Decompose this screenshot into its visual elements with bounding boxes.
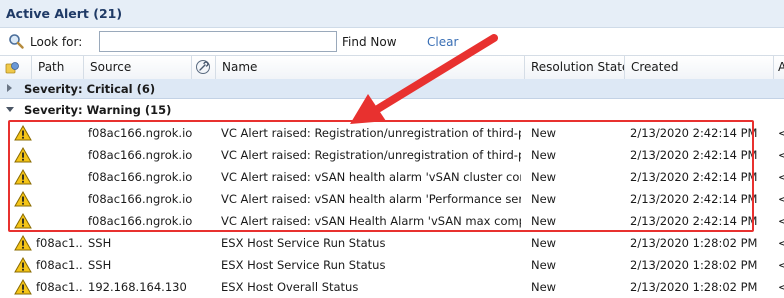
group-label-warning: Severity: Warning (15) — [24, 103, 172, 117]
cell-created: 2/13/2020 1:28:02 PM — [630, 280, 758, 294]
table-row[interactable]: f08ac166.ngrok.io VC Alert raised: Regist… — [0, 144, 784, 166]
expand-icon[interactable] — [7, 84, 12, 92]
alert-grid: Path Source Name Resolution State Create… — [0, 55, 784, 295]
look-for-label: Look for: — [30, 35, 83, 49]
column-header-resolution-state-label: Resolution State — [531, 60, 625, 74]
cell-name: VC Alert raised: vSAN Health Alarm 'vSAN… — [221, 214, 521, 228]
table-row[interactable]: f08ac166.ngrok.io VC Alert raised: vSAN H… — [0, 210, 784, 232]
cell-created: 2/13/2020 2:42:14 PM — [630, 148, 758, 162]
cell-source: SSH — [88, 236, 112, 250]
group-row-warning[interactable]: Severity: Warning (15) — [0, 100, 784, 119]
grid-header: Path Source Name Resolution State Create… — [0, 55, 784, 80]
warning-icon — [14, 212, 32, 229]
cell-overflow: < — [778, 126, 784, 140]
cell-source: f08ac166.ngrok.io — [88, 170, 193, 184]
warning-icon — [14, 168, 32, 185]
table-row[interactable]: f08ac1... SSH ESX Host Service Run Status N… — [0, 232, 784, 254]
cell-path: f08ac1... — [36, 280, 82, 294]
find-now-button[interactable]: Find Now — [342, 35, 397, 49]
cell-created: 2/13/2020 1:28:02 PM — [630, 258, 758, 272]
group-label-critical: Severity: Critical (6) — [24, 82, 156, 96]
cell-source: f08ac166.ngrok.io — [88, 192, 193, 206]
tools-icon — [195, 59, 211, 75]
table-row[interactable]: f08ac166.ngrok.io VC Alert raised: vSAN h… — [0, 188, 784, 210]
cell-created: 2/13/2020 1:28:02 PM — [630, 236, 758, 250]
table-row[interactable]: f08ac166.ngrok.io VC Alert raised: Regist… — [0, 122, 784, 144]
cell-name: VC Alert raised: vSAN health alarm 'vSAN… — [221, 170, 521, 184]
column-header-created-label: Created — [631, 60, 679, 74]
cell-overflow: < — [778, 214, 784, 228]
cell-created: 2/13/2020 2:42:14 PM — [630, 192, 758, 206]
column-header-overflow-label: A — [778, 60, 784, 74]
cell-name: VC Alert raised: Registration/unregistra… — [221, 148, 521, 162]
group-row-critical[interactable]: Severity: Critical (6) — [0, 79, 784, 99]
warning-icon — [14, 278, 32, 295]
column-header-path[interactable]: Path — [32, 56, 84, 79]
cell-name: ESX Host Service Run Status — [221, 258, 386, 272]
table-row[interactable]: f08ac1... SSH ESX Host Service Run Status N… — [0, 254, 784, 276]
column-header-created[interactable]: Created — [625, 56, 774, 79]
cell-name: ESX Host Service Run Status — [221, 236, 386, 250]
title-bar: Active Alert (21) — [0, 0, 784, 28]
cell-name: ESX Host Overall Status — [221, 280, 359, 294]
cell-resolution-state: New — [531, 236, 557, 250]
cell-resolution-state: New — [531, 214, 557, 228]
cell-resolution-state: New — [531, 126, 557, 140]
search-input[interactable] — [99, 31, 337, 52]
window-title: Active Alert (21) — [6, 6, 123, 21]
column-header-resolution-state[interactable]: Resolution State — [525, 56, 625, 79]
cell-resolution-state: New — [531, 258, 557, 272]
cell-source: 192.168.164.130 — [88, 280, 187, 294]
cell-name: VC Alert raised: vSAN health alarm 'Perf… — [221, 192, 521, 206]
cell-overflow: < — [778, 170, 784, 184]
collapse-icon[interactable] — [6, 107, 14, 112]
column-header-tools[interactable] — [192, 56, 216, 79]
cell-source: f08ac166.ngrok.io — [88, 214, 193, 228]
cell-created: 2/13/2020 2:42:14 PM — [630, 126, 758, 140]
cell-source: SSH — [88, 258, 112, 272]
alert-state-icon — [4, 60, 20, 74]
search-bar: Look for: Find Now Clear — [0, 28, 784, 55]
cell-resolution-state: New — [531, 148, 557, 162]
column-header-source[interactable]: Source — [84, 56, 192, 79]
cell-overflow: < — [778, 236, 784, 250]
warning-icon — [14, 256, 32, 273]
column-header-path-label: Path — [38, 60, 65, 74]
cell-resolution-state: New — [531, 170, 557, 184]
cell-path: f08ac1... — [36, 258, 82, 272]
cell-resolution-state: New — [531, 192, 557, 206]
column-header-overflow[interactable]: A — [774, 56, 784, 79]
column-header-source-label: Source — [90, 60, 132, 74]
column-header-name[interactable]: Name — [216, 56, 525, 79]
warning-icon — [14, 146, 32, 163]
search-icon — [8, 33, 24, 49]
cell-resolution-state: New — [531, 280, 557, 294]
warning-icon — [14, 124, 32, 141]
cell-name: VC Alert raised: Registration/unregistra… — [221, 126, 521, 140]
table-row[interactable]: f08ac166.ngrok.io VC Alert raised: vSAN h… — [0, 166, 784, 188]
cell-overflow: < — [778, 280, 784, 294]
column-header-name-label: Name — [222, 60, 258, 74]
column-header-icon[interactable] — [0, 56, 32, 79]
cell-overflow: < — [778, 192, 784, 206]
warning-icon — [14, 234, 32, 251]
cell-created: 2/13/2020 2:42:14 PM — [630, 170, 758, 184]
table-row[interactable]: f08ac1... 192.168.164.130 ESX Host Overall… — [0, 276, 784, 298]
cell-source: f08ac166.ngrok.io — [88, 148, 193, 162]
cell-overflow: < — [778, 258, 784, 272]
clear-button[interactable]: Clear — [427, 35, 458, 49]
cell-overflow: < — [778, 148, 784, 162]
warning-icon — [14, 190, 32, 207]
cell-path: f08ac1... — [36, 236, 82, 250]
cell-source: f08ac166.ngrok.io — [88, 126, 193, 140]
cell-created: 2/13/2020 2:42:14 PM — [630, 214, 758, 228]
